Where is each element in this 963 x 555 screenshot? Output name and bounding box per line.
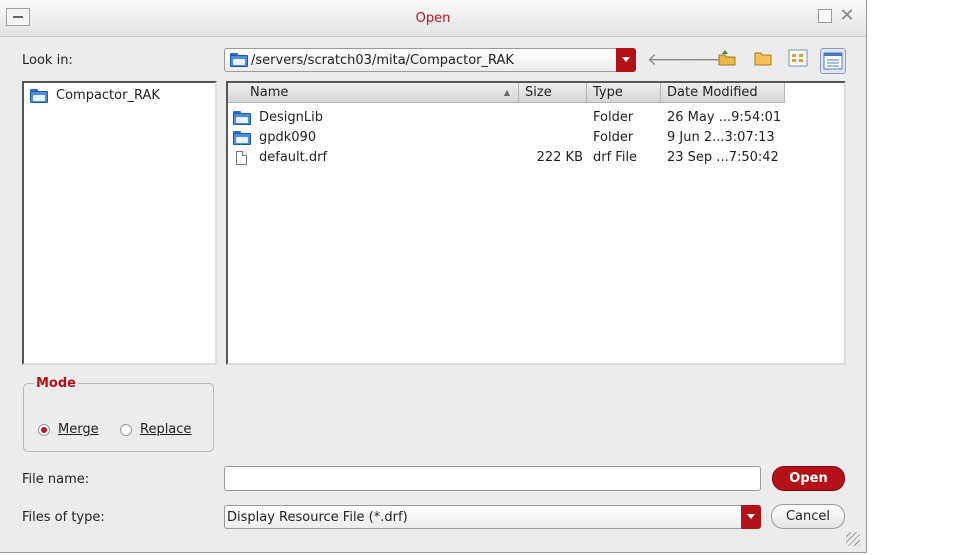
file-row[interactable]: default.drf 222 KB drf File 23 Sep ...7:… bbox=[228, 148, 828, 168]
file-date-cell: 23 Sep ...7:50:42 bbox=[667, 150, 779, 165]
folder-icon bbox=[230, 53, 248, 67]
file-type-cell: drf File bbox=[593, 150, 638, 165]
window-title: Open bbox=[415, 11, 451, 26]
resize-grip[interactable] bbox=[846, 532, 860, 546]
column-header-size[interactable]: Size bbox=[519, 83, 587, 103]
open-dialog: Open ✕ Look in: /servers/scratch03/mita/… bbox=[0, 0, 867, 553]
up-folder-icon[interactable] bbox=[716, 49, 738, 71]
file-type-cell: Folder bbox=[593, 110, 634, 125]
column-header-date-modified[interactable]: Date Modified bbox=[661, 83, 785, 103]
file-row[interactable]: gpdk090 Folder 9 Jun 2...3:07:13 bbox=[228, 128, 828, 148]
column-size-label: Size bbox=[525, 85, 552, 100]
file-name-cell: gpdk090 bbox=[259, 130, 317, 145]
file-name-cell: default.drf bbox=[259, 150, 328, 165]
file-type-cell: Folder bbox=[593, 130, 634, 145]
chevron-down-icon[interactable] bbox=[616, 48, 636, 72]
file-type-label: Files of type: bbox=[22, 510, 105, 525]
replace-radio[interactable] bbox=[120, 424, 132, 436]
list-view-icon[interactable] bbox=[787, 49, 809, 71]
back-arrow-icon[interactable]: 🡐 bbox=[647, 49, 693, 71]
sidebar-item-label: Compactor_RAK bbox=[56, 88, 160, 103]
file-date-cell: 26 May ...9:54:01 bbox=[667, 110, 782, 125]
file-type-combo[interactable]: Display Resource File (*.drf) bbox=[224, 505, 761, 529]
file-row[interactable]: DesignLib Folder 26 May ...9:54:01 bbox=[228, 108, 828, 128]
places-sidebar: Compactor_RAK bbox=[22, 81, 217, 365]
file-icon bbox=[236, 151, 247, 165]
title-bar: Open ✕ bbox=[0, 0, 866, 37]
chevron-down-icon[interactable] bbox=[741, 505, 761, 529]
file-type-value: Display Resource File (*.drf) bbox=[227, 510, 408, 525]
folder-icon bbox=[233, 111, 251, 125]
file-name-cell: DesignLib bbox=[259, 110, 323, 125]
merge-radio-label[interactable]: Merge bbox=[58, 422, 99, 437]
close-button[interactable]: ✕ bbox=[838, 7, 856, 25]
new-folder-icon[interactable] bbox=[752, 49, 774, 71]
replace-radio-label[interactable]: Replace bbox=[140, 422, 191, 437]
file-list: Name ▲ Size Type Date Modified DesignLib… bbox=[226, 81, 846, 365]
cancel-button[interactable]: Cancel bbox=[771, 504, 845, 529]
look-in-label: Look in: bbox=[22, 53, 73, 68]
file-size-cell: 222 KB bbox=[536, 150, 583, 165]
column-name-label: Name bbox=[250, 85, 289, 100]
folder-icon bbox=[30, 89, 48, 103]
file-date-cell: 9 Jun 2...3:07:13 bbox=[667, 130, 775, 145]
look-in-combo[interactable]: /servers/scratch03/mita/Compactor_RAK bbox=[224, 48, 636, 72]
column-header-name[interactable]: Name ▲ bbox=[228, 83, 519, 103]
forward-arrow-icon[interactable]: 🡒 bbox=[681, 49, 727, 71]
mode-group-title: Mode bbox=[34, 376, 78, 391]
mode-group bbox=[23, 383, 214, 452]
file-name-field[interactable] bbox=[224, 466, 761, 491]
folder-icon bbox=[233, 131, 251, 145]
look-in-path: /servers/scratch03/mita/Compactor_RAK bbox=[251, 53, 514, 68]
column-type-label: Type bbox=[593, 85, 623, 100]
file-name-label: File name: bbox=[22, 472, 90, 487]
sort-ascending-icon: ▲ bbox=[503, 88, 510, 97]
details-view-icon[interactable] bbox=[820, 48, 846, 74]
column-date-label: Date Modified bbox=[667, 85, 758, 100]
open-button[interactable]: Open bbox=[772, 466, 845, 491]
merge-radio[interactable] bbox=[38, 424, 50, 436]
column-header-type[interactable]: Type bbox=[587, 83, 661, 103]
maximize-button[interactable] bbox=[818, 9, 832, 23]
